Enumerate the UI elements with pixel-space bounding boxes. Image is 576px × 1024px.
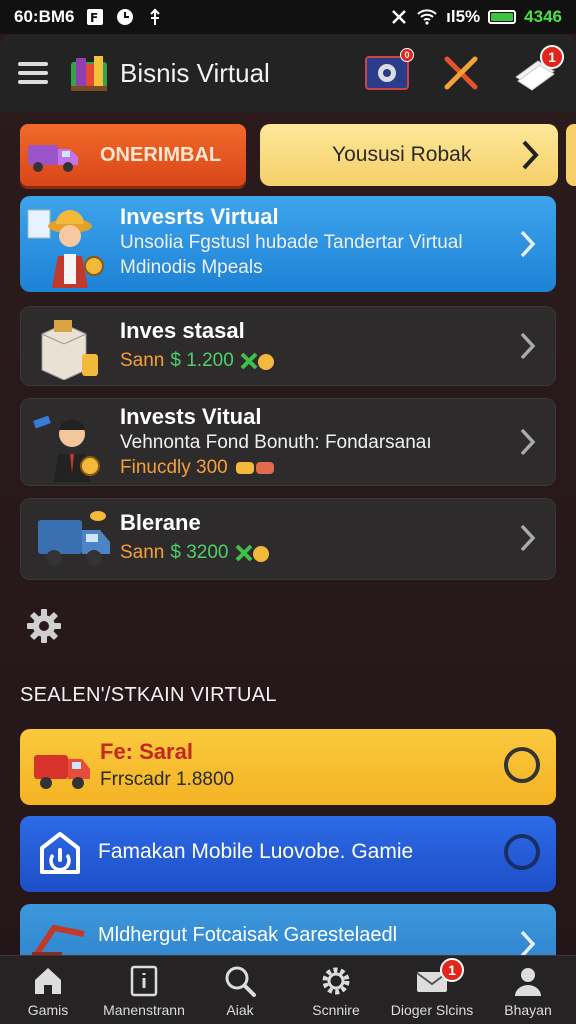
tools-button[interactable] xyxy=(438,53,484,93)
businessman-icon xyxy=(33,415,100,482)
price-prefix: Sann xyxy=(120,350,165,371)
card-title: Invesrts Virtual xyxy=(120,204,279,229)
user-icon xyxy=(515,968,541,996)
price-value: $ 3200 xyxy=(170,542,229,563)
settings-button[interactable]: 0 xyxy=(364,48,414,93)
clock-icon xyxy=(117,9,134,25)
nav-label: Manenstrann xyxy=(103,1002,185,1018)
box-icon xyxy=(41,320,98,380)
nav-label: Gamis xyxy=(27,1002,69,1018)
nav-item-manenstrann[interactable]: Manenstrann xyxy=(96,956,192,1024)
battery-icon xyxy=(488,10,517,24)
card-title: Invests Vitual xyxy=(120,404,262,429)
top-tabs: ONERIMBAL Yoususi Robak xyxy=(20,124,576,186)
option-title: Famakan Mobile Luovobe. Gamie xyxy=(98,840,414,863)
tab-peek xyxy=(566,124,576,186)
cash-coin-icon xyxy=(235,544,269,562)
nav-label: Aiak xyxy=(226,1002,254,1018)
tab-yoususi-robak[interactable]: Yoususi Robak xyxy=(260,124,558,186)
option-famakan-mobile[interactable]: Famakan Mobile Luovobe. Gamie xyxy=(20,816,556,892)
notifications-button[interactable]: 1 xyxy=(512,45,564,93)
card-subtitle-2: Mdinodis Mpeals xyxy=(120,257,263,278)
chevron-right-icon xyxy=(520,230,536,258)
tab-onerimbal-label: ONERIMBAL xyxy=(100,143,222,166)
cash-coin-icon xyxy=(240,352,274,370)
mute-icon xyxy=(392,10,407,24)
tab-onerimbal[interactable]: ONERIMBAL xyxy=(20,124,246,186)
menu-icon[interactable] xyxy=(18,62,48,84)
bottom-nav: Gamis Manenstrann Aiak Scnnire 1 Dioger … xyxy=(0,955,576,1024)
card-subtitle: Unsolia Fgstusl hubade Tandertar Virtual xyxy=(120,232,463,253)
card-inves-stasal[interactable]: Inves stasal Sann $ 1.200 xyxy=(20,306,556,386)
nav-item-aiak[interactable]: Aiak xyxy=(192,956,288,1024)
document-icon xyxy=(130,965,158,997)
card-subtitle: Vehnonta Fond Bonuth: Fondarsanaı xyxy=(120,432,432,453)
card-blerane[interactable]: Blerane Sann $ 3200 xyxy=(20,498,556,580)
chevron-right-icon xyxy=(522,140,539,170)
card-invesrts-virtual[interactable]: Invesrts Virtual Unsolia Fgstusl hubade … xyxy=(20,196,556,292)
mail-badge: 1 xyxy=(440,958,464,982)
price-value: $ 1.200 xyxy=(170,350,234,371)
nav-label: Scnnire xyxy=(312,1002,360,1018)
gear-icon[interactable] xyxy=(26,608,62,644)
chevron-right-icon xyxy=(520,428,536,456)
delivery-truck-icon xyxy=(38,511,110,566)
search-icon xyxy=(225,966,256,997)
price-prefix: Sann xyxy=(120,542,165,563)
app-screen: Bisnis Virtual 0 1 ONERIMBAL Yoususi Rob… xyxy=(0,34,576,1024)
gear-box-icon xyxy=(365,56,409,90)
option-title: Mldhergut Fotcaisak Garestelaedl xyxy=(98,924,398,946)
option-title: Fe: Saral xyxy=(100,739,193,764)
chevron-right-icon xyxy=(520,524,536,552)
truck-icon xyxy=(28,145,78,172)
svg-text:F: F xyxy=(90,11,98,25)
investor-character-icon xyxy=(27,209,104,288)
section-title: SEALEN'/STKAIN VIRTUAL xyxy=(20,684,277,706)
card-title: Blerane xyxy=(120,510,201,535)
status-bar: 60:BM6 F ıl5% 4346 xyxy=(0,0,576,34)
card-price: Sann $ 1.200 xyxy=(120,350,276,372)
option-radio[interactable] xyxy=(504,834,540,870)
app-notification-icon: F xyxy=(87,9,104,25)
power-home-icon xyxy=(40,832,80,874)
nav-label: Bhayan xyxy=(504,1002,552,1018)
home-icon xyxy=(35,968,61,994)
card-invests-vitual[interactable]: Invests Vitual Vehnonta Fond Bonuth: Fon… xyxy=(20,398,556,486)
option-radio[interactable] xyxy=(504,747,540,783)
price-prefix: Finucdly 300 xyxy=(120,457,228,478)
notification-badge: 1 xyxy=(540,45,564,69)
app-logo xyxy=(71,56,107,91)
tools-icon xyxy=(444,56,478,90)
app-title: Bisnis Virtual xyxy=(120,57,270,88)
status-right-time: 4346 xyxy=(524,7,562,26)
nav-item-dioger-slcins[interactable]: 1 Dioger Slcins xyxy=(384,956,480,1024)
card-price: Finucdly 300 xyxy=(120,457,278,479)
option-fe-saral[interactable]: Fe: Saral Frrscadr 1.8800 xyxy=(20,729,556,805)
red-truck-icon xyxy=(34,755,90,789)
card-title: Inves stasal xyxy=(120,318,245,343)
usb-icon xyxy=(150,8,161,25)
gear-icon xyxy=(322,967,350,995)
nav-label: Dioger Slcins xyxy=(390,1002,474,1018)
option-subtitle: Frrscadr 1.8800 xyxy=(100,769,235,790)
tab-yoususi-robak-label: Yoususi Robak xyxy=(332,143,472,166)
wifi-icon xyxy=(417,9,437,25)
nav-item-scnnire[interactable]: Scnnire xyxy=(288,956,384,1024)
settings-badge: 0 xyxy=(400,48,414,62)
card-price: Sann $ 3200 xyxy=(120,542,271,564)
battery-percent: ıl5% xyxy=(446,7,481,26)
status-time: 60:BM6 xyxy=(14,7,75,26)
app-header: Bisnis Virtual 0 1 xyxy=(0,34,576,112)
nav-item-gamis[interactable]: Gamis xyxy=(0,956,96,1024)
chevron-right-icon xyxy=(520,332,536,360)
nav-item-bhayan[interactable]: Bhayan xyxy=(480,956,576,1024)
coins-icon xyxy=(235,462,274,474)
